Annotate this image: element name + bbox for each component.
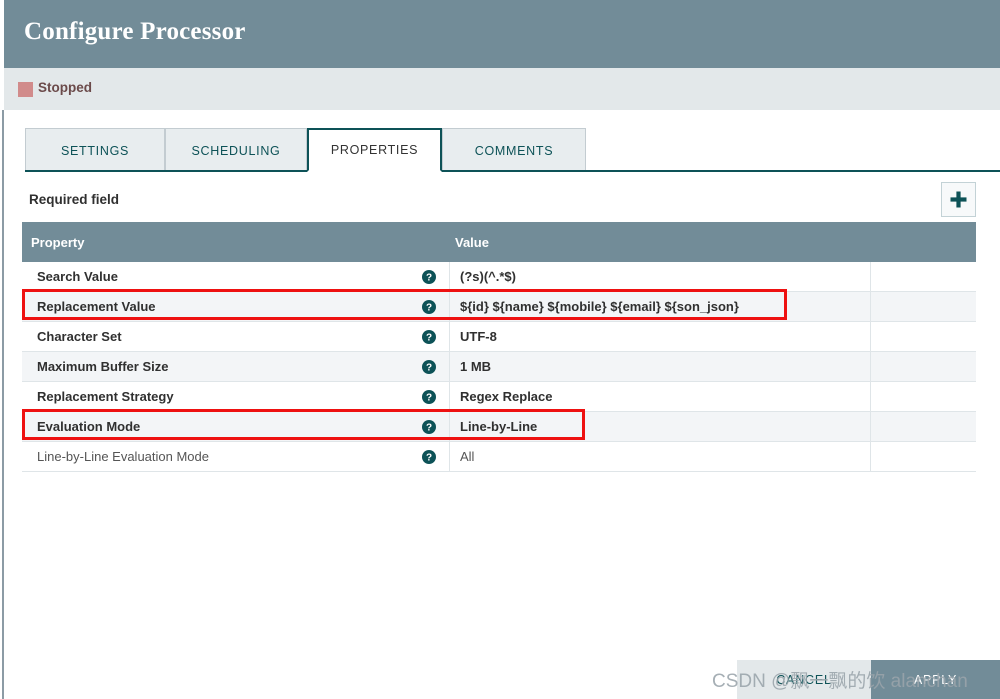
- table-row[interactable]: Character Set ? UTF-8: [22, 322, 976, 352]
- left-edge-scrollbar[interactable]: [2, 110, 4, 699]
- table-row[interactable]: Evaluation Mode ? Line-by-Line: [22, 412, 976, 442]
- help-circle-icon[interactable]: ?: [422, 419, 436, 434]
- tab-settings-label: SETTINGS: [60, 143, 130, 158]
- value-cell[interactable]: UTF-8: [450, 322, 871, 351]
- value-cell[interactable]: All: [450, 442, 871, 471]
- table-row[interactable]: Replacement Value ? ${id} ${name} ${mobi…: [22, 292, 976, 322]
- table-header-row: Property Value: [22, 222, 976, 262]
- svg-text:?: ?: [426, 422, 432, 433]
- value-cell[interactable]: Line-by-Line: [450, 412, 871, 441]
- svg-text:?: ?: [426, 332, 432, 343]
- property-name: Character Set: [37, 329, 122, 344]
- tab-comments-label: COMMENTS: [474, 143, 554, 158]
- plus-icon: [949, 190, 968, 209]
- apply-button[interactable]: APPLY: [871, 660, 1000, 699]
- property-name: Replacement Value: [37, 299, 156, 314]
- row-actions-cell: [871, 412, 976, 441]
- property-cell: Evaluation Mode ?: [22, 412, 450, 441]
- property-cell: Replacement Value ?: [22, 292, 450, 321]
- page-title: Configure Processor: [24, 18, 246, 45]
- svg-text:?: ?: [426, 272, 432, 283]
- property-cell: Character Set ?: [22, 322, 450, 351]
- tab-settings[interactable]: SETTINGS: [25, 128, 165, 172]
- dialog-header: Configure Processor: [4, 0, 1000, 68]
- row-actions-cell: [871, 262, 976, 291]
- property-cell: Line-by-Line Evaluation Mode ?: [22, 442, 450, 471]
- help-circle-icon[interactable]: ?: [422, 329, 436, 344]
- help-circle-icon[interactable]: ?: [422, 389, 436, 404]
- cancel-button-label: CANCEL: [776, 672, 832, 687]
- property-cell: Search Value ?: [22, 262, 450, 291]
- column-header-property: Property: [31, 234, 85, 250]
- properties-table: Property Value Search Value ? (?s)(^.*$)…: [22, 222, 976, 472]
- tab-bar-underline: [25, 170, 1000, 172]
- tab-comments[interactable]: COMMENTS: [442, 128, 586, 172]
- table-row[interactable]: Maximum Buffer Size ? 1 MB: [22, 352, 976, 382]
- tab-properties-label: PROPERTIES: [330, 143, 419, 157]
- column-header-value: Value: [455, 234, 489, 250]
- value-cell[interactable]: (?s)(^.*$): [450, 262, 871, 291]
- property-name: Line-by-Line Evaluation Mode: [37, 449, 209, 464]
- status-bar: [4, 68, 1000, 110]
- help-circle-icon[interactable]: ?: [422, 359, 436, 374]
- add-property-button[interactable]: [941, 182, 976, 217]
- help-circle-icon[interactable]: ?: [422, 269, 436, 284]
- value-cell[interactable]: Regex Replace: [450, 382, 871, 411]
- svg-text:?: ?: [426, 392, 432, 403]
- property-cell: Maximum Buffer Size ?: [22, 352, 450, 381]
- help-circle-icon[interactable]: ?: [422, 299, 436, 314]
- value-cell[interactable]: ${id} ${name} ${mobile} ${email} ${son_j…: [450, 292, 871, 321]
- table-row[interactable]: Line-by-Line Evaluation Mode ? All: [22, 442, 976, 472]
- tab-properties[interactable]: PROPERTIES: [307, 128, 442, 172]
- row-actions-cell: [871, 292, 976, 321]
- status-indicator-icon: [18, 82, 33, 97]
- row-actions-cell: [871, 442, 976, 471]
- row-actions-cell: [871, 382, 976, 411]
- table-row[interactable]: Replacement Strategy ? Regex Replace: [22, 382, 976, 412]
- row-actions-cell: [871, 322, 976, 351]
- cancel-button[interactable]: CANCEL: [737, 660, 871, 699]
- property-name: Replacement Strategy: [37, 389, 174, 404]
- svg-text:?: ?: [426, 362, 432, 373]
- help-circle-icon[interactable]: ?: [422, 449, 436, 464]
- table-row[interactable]: Search Value ? (?s)(^.*$): [22, 262, 976, 292]
- apply-button-label: APPLY: [913, 672, 958, 687]
- property-cell: Replacement Strategy ?: [22, 382, 450, 411]
- tab-scheduling-label: SCHEDULING: [191, 143, 281, 158]
- property-name: Search Value: [37, 269, 118, 284]
- row-actions-cell: [871, 352, 976, 381]
- required-field-label: Required field: [29, 192, 120, 207]
- svg-text:?: ?: [426, 452, 432, 463]
- configure-processor-dialog: Configure Processor Stopped SETTINGS SCH…: [0, 0, 1000, 699]
- status-badge: Stopped: [38, 80, 92, 95]
- tab-scheduling[interactable]: SCHEDULING: [165, 128, 307, 172]
- property-name: Maximum Buffer Size: [37, 359, 169, 374]
- svg-text:?: ?: [426, 302, 432, 313]
- value-cell[interactable]: 1 MB: [450, 352, 871, 381]
- property-name: Evaluation Mode: [37, 419, 141, 434]
